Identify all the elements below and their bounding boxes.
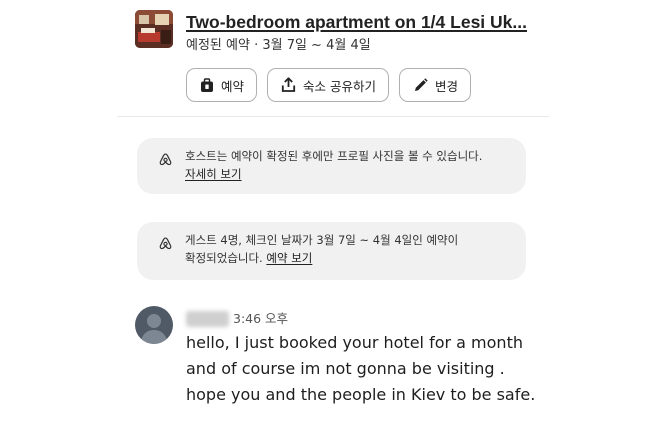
pencil-icon xyxy=(415,77,428,91)
notice-message-line1: 게스트 4명, 체크인 날짜가 3월 7일 ~ 4월 4일인 예약이 xyxy=(185,233,459,247)
reservation-button[interactable]: 예약 xyxy=(186,68,258,102)
listing-photo-icon xyxy=(135,10,173,48)
notice-card-booking-confirmed: 게스트 4명, 체크인 날짜가 3월 7일 ~ 4월 4일인 예약이 확정되었습… xyxy=(137,222,526,280)
listing-title[interactable]: Two-bedroom apartment on 1/4 Lesi Uk... xyxy=(186,11,626,33)
notice-text: 게스트 4명, 체크인 날짜가 3월 7일 ~ 4월 4일인 예약이 확정되었습… xyxy=(185,232,515,267)
user-avatar-icon xyxy=(140,314,168,344)
airbnb-logo-icon xyxy=(159,237,172,250)
learn-more-link[interactable]: 자세히 보기 xyxy=(185,167,242,181)
reservation-button-label: 예약 xyxy=(221,78,245,94)
avatar[interactable] xyxy=(135,306,173,344)
conversation-screen: Two-bedroom apartment on 1/4 Lesi Uk... … xyxy=(0,0,658,422)
listing-thumbnail[interactable] xyxy=(135,10,173,48)
notice-card-profile-photo: 호스트는 예약이 확정된 후에만 프로필 사진을 볼 수 있습니다. 자세히 보… xyxy=(137,138,526,194)
notice-message-line2: 확정되었습니다. xyxy=(185,250,263,265)
message-line: hope you and the people in Kiev to be sa… xyxy=(186,385,536,404)
header-divider xyxy=(117,116,549,117)
airbnb-logo-icon xyxy=(159,153,172,166)
view-reservation-link[interactable]: 예약 보기 xyxy=(266,251,312,265)
action-bar: 예약 숙소 공유하기 변경 xyxy=(186,68,472,102)
share-listing-button-label: 숙소 공유하기 xyxy=(303,78,376,94)
message-line: and of course im not gonna be visiting . xyxy=(186,359,505,378)
message-line: hello, I just booked your hotel for a mo… xyxy=(186,333,523,352)
change-button-label: 변경 xyxy=(435,78,459,94)
suitcase-icon xyxy=(201,77,213,92)
reservation-status: 예정된 예약 · 3월 7일 ~ 4월 4일 xyxy=(186,38,371,53)
notice-message: 호스트는 예약이 확정된 후에만 프로필 사진을 볼 수 있습니다. xyxy=(185,149,483,163)
message-time: 3:46 오후 xyxy=(233,311,289,326)
share-listing-button[interactable]: 숙소 공유하기 xyxy=(267,68,389,102)
notice-text: 호스트는 예약이 확정된 후에만 프로필 사진을 볼 수 있습니다. 자세히 보… xyxy=(185,148,515,183)
sender-name-redacted xyxy=(186,311,229,327)
change-button[interactable]: 변경 xyxy=(399,68,472,102)
share-icon xyxy=(281,77,296,92)
